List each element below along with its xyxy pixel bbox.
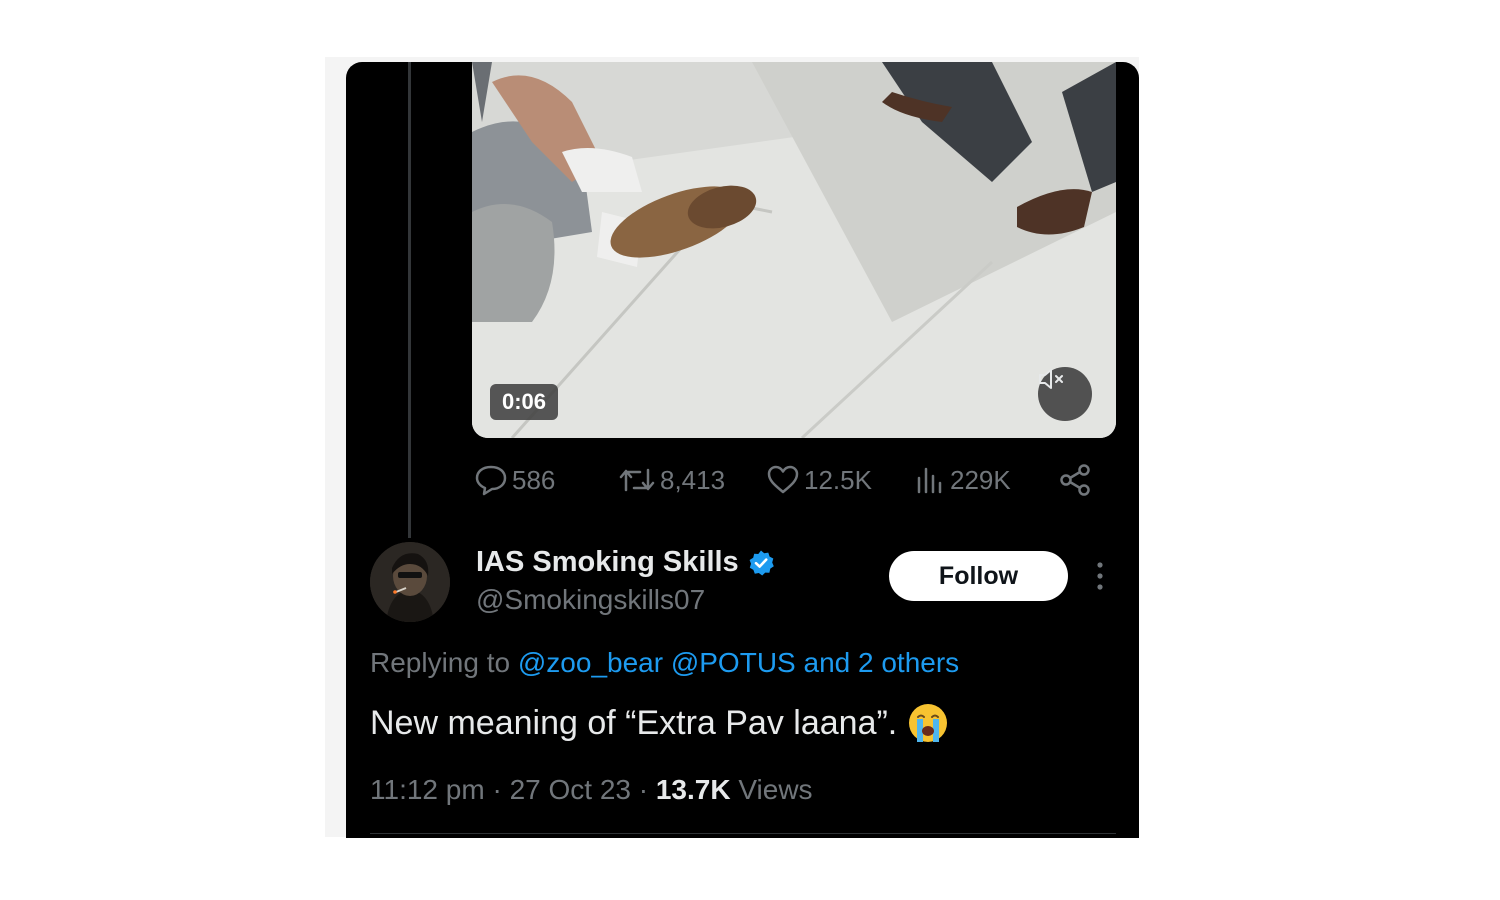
more-vertical-icon xyxy=(1097,562,1103,590)
like-count: 12.5K xyxy=(804,464,872,495)
retweet-button[interactable]: 8,413 xyxy=(618,460,725,500)
meta-separator: · xyxy=(638,774,649,805)
replying-prefix: Replying to xyxy=(370,647,511,678)
tweet-date[interactable]: 27 Oct 23 xyxy=(510,774,631,805)
share-button[interactable] xyxy=(1058,460,1096,500)
views-count: 229K xyxy=(950,464,1011,495)
verified-badge-icon xyxy=(749,550,774,575)
avatar[interactable] xyxy=(370,542,450,622)
divider xyxy=(370,833,1116,834)
like-icon xyxy=(767,465,799,494)
author-name-row: IAS Smoking Skills xyxy=(476,546,775,579)
author-handle[interactable]: @Smokingskills07 xyxy=(476,584,705,616)
video-player[interactable]: 0:06 xyxy=(472,62,1116,438)
reply-icon xyxy=(475,465,507,496)
share-icon xyxy=(1060,464,1090,496)
video-timer: 0:06 xyxy=(490,384,559,420)
retweet-count: 8,413 xyxy=(660,464,726,495)
retweet-icon xyxy=(619,468,655,492)
more-options-button[interactable] xyxy=(1094,559,1106,593)
tweet-actions: 586 8,413 12.5K 229K xyxy=(474,460,1104,500)
tweet-text: New meaning of “Extra Pav laana”. xyxy=(370,702,949,744)
views-icon xyxy=(917,467,942,494)
avatar-image xyxy=(370,542,450,622)
video-frame xyxy=(472,62,1116,438)
follow-button[interactable]: Follow xyxy=(889,551,1068,601)
tweet-meta: 11:12 pm · 27 Oct 23 · 13.7K Views xyxy=(370,774,813,806)
views-button[interactable]: 229K xyxy=(914,460,1011,500)
tweet-views-label: Views xyxy=(738,774,813,805)
tweet-body: New meaning of “Extra Pav laana”. xyxy=(370,703,898,742)
mute-button[interactable] xyxy=(1038,367,1092,421)
like-button[interactable]: 12.5K xyxy=(766,460,872,500)
reply-count: 586 xyxy=(512,464,556,495)
replying-mentions[interactable]: @zoo_bear @POTUS and 2 others xyxy=(518,647,959,678)
speaker-muted-icon xyxy=(1039,369,1063,389)
thread-line xyxy=(408,62,411,538)
author-name[interactable]: IAS Smoking Skills xyxy=(476,546,739,579)
tweet-time[interactable]: 11:12 pm xyxy=(370,774,485,805)
tweet-views-count: 13.7K xyxy=(655,774,731,805)
meta-separator: · xyxy=(492,774,502,805)
tweet-card: 0:06 586 8,413 12.5K 229K IAS Smoking Sk… xyxy=(346,62,1139,838)
replying-to: Replying to @zoo_bear @POTUS and 2 other… xyxy=(370,647,959,679)
loudly-crying-face-icon xyxy=(909,704,948,742)
reply-button[interactable]: 586 xyxy=(474,460,555,500)
